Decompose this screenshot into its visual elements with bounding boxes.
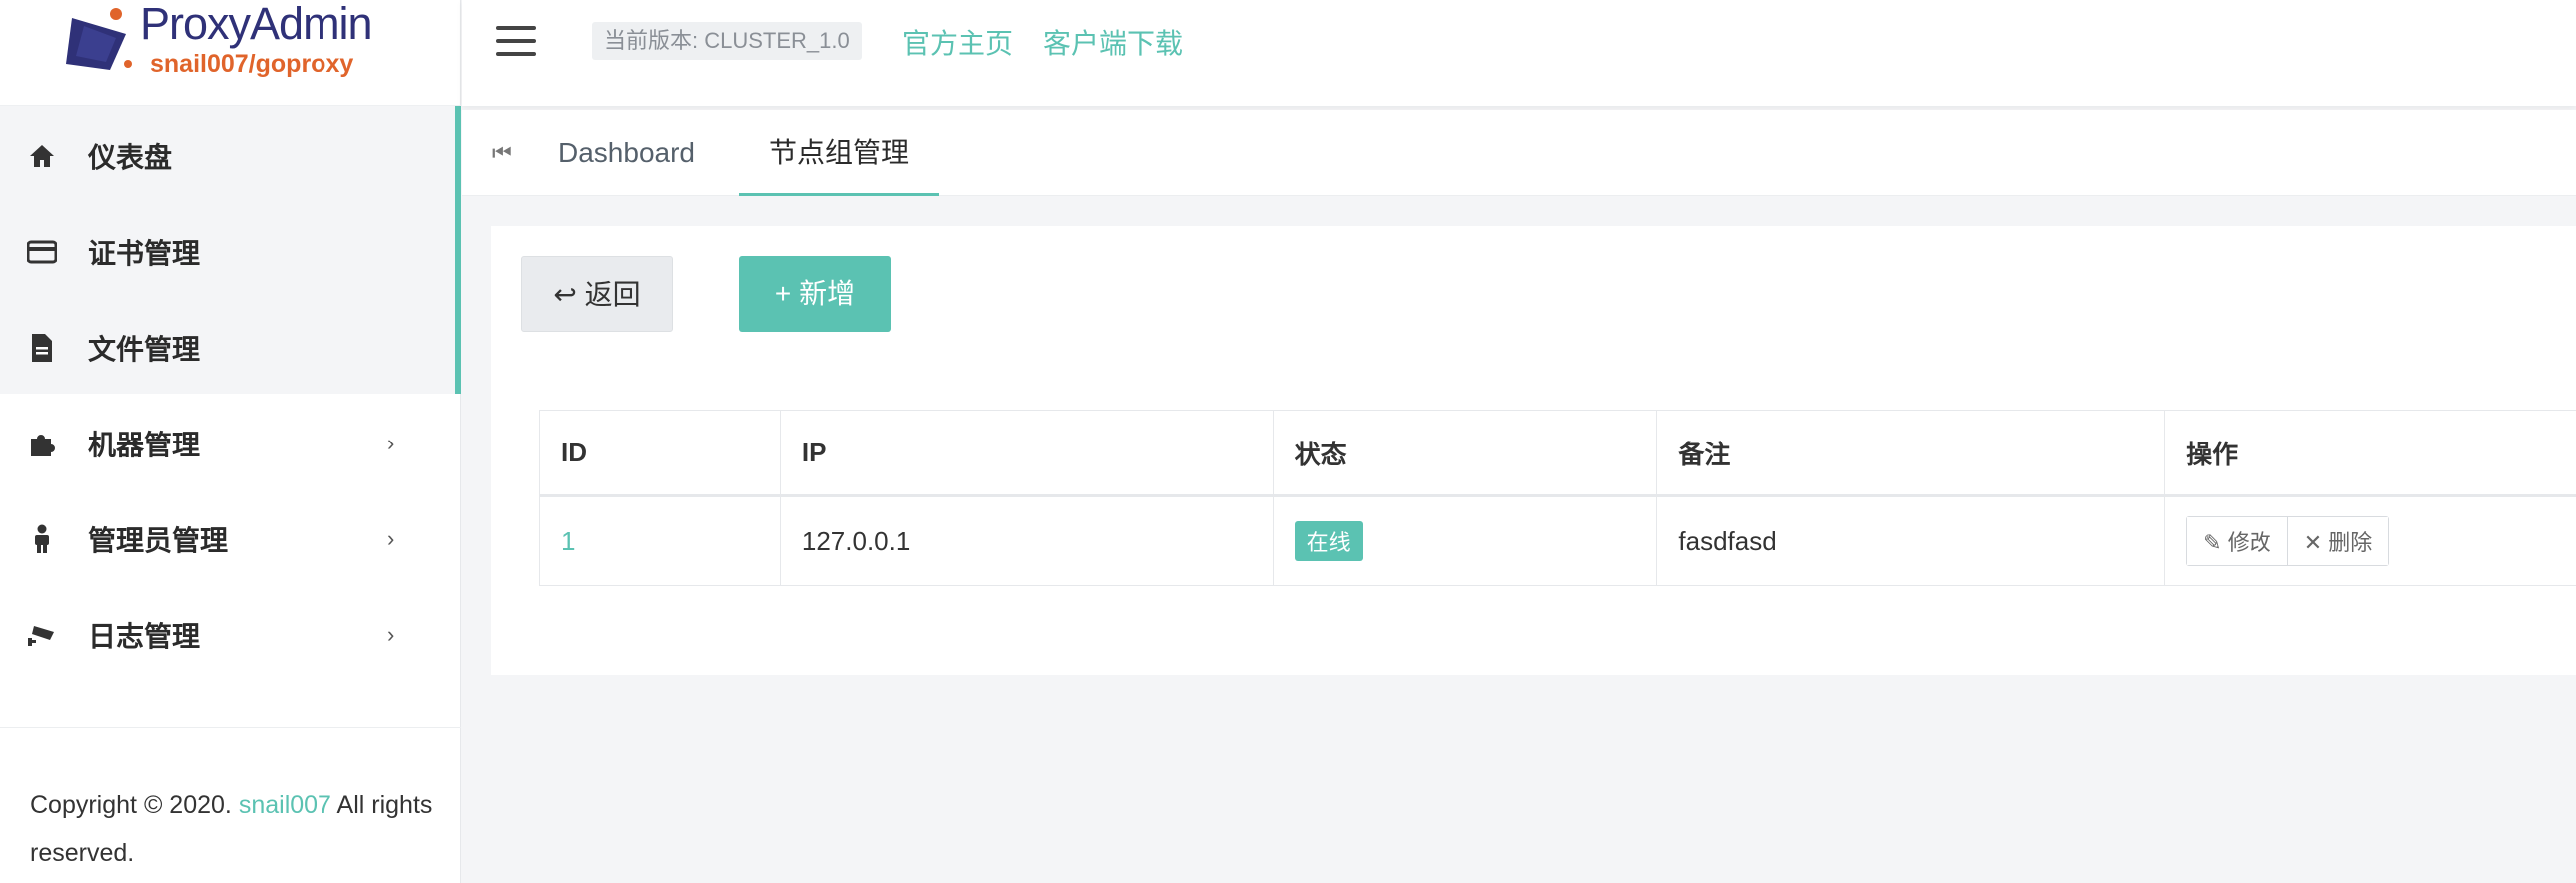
chevron-right-icon: › (387, 431, 395, 455)
row-note: fasdfasd (1656, 495, 2166, 586)
edit-label: 修改 (2227, 530, 2271, 555)
logo[interactable]: ProxyAdmin snail007/goproxy (0, 0, 461, 106)
sidebar-item-label: 机器管理 (88, 430, 201, 460)
column-header-actions: 操作 (2164, 410, 2576, 497)
logo-title: ProxyAdmin (140, 0, 373, 49)
back-button[interactable]: ↩ 返回 (521, 256, 673, 332)
home-icon (26, 140, 58, 172)
row-id-link[interactable]: 1 (561, 526, 575, 556)
copyright-prefix: Copyright © 2020. (30, 791, 232, 819)
edit-button[interactable]: ✎ 修改 (2187, 517, 2287, 565)
sidebar-divider (0, 727, 461, 728)
sidebar-item-label: 管理员管理 (88, 525, 229, 556)
sidebar-item-label: 文件管理 (88, 334, 201, 365)
add-button[interactable]: + 新增 (739, 256, 891, 332)
sidebar-item-dashboard[interactable]: 仪表盘 (0, 108, 461, 204)
chevron-right-icon: › (387, 622, 395, 647)
sidebar-item-label: 日志管理 (88, 621, 201, 652)
tab-bar: ⏮ Dashboard 节点组管理 (462, 110, 2576, 196)
delete-button[interactable]: ✕ 删除 (2286, 517, 2389, 565)
close-icon: ✕ (2303, 530, 2323, 555)
logo-icon (66, 8, 132, 70)
menu-toggle-icon[interactable] (496, 26, 536, 60)
status-badge: 在线 (1294, 521, 1363, 561)
table-row: 1 127.0.0.1 在线 fasdfasd ✎ 修改 ✕ 删除 (539, 495, 2576, 586)
client-download-link[interactable]: 客户端下载 (1043, 22, 1183, 66)
sidebar-item-label: 仪表盘 (88, 142, 173, 173)
sidebar-item-certificates[interactable]: 证书管理 (0, 204, 461, 300)
sidebar-item-machines[interactable]: 机器管理 › (0, 396, 461, 491)
copyright-link[interactable]: snail007 (239, 791, 331, 819)
version-badge: 当前版本: CLUSTER_1.0 (592, 22, 862, 60)
person-icon (26, 523, 58, 555)
column-header-status[interactable]: 状态 (1272, 410, 1658, 497)
sidebar-item-admins[interactable]: 管理员管理 › (0, 491, 461, 587)
copyright: Copyright © 2020. snail007 All rights re… (30, 781, 449, 877)
sidebar: ProxyAdmin snail007/goproxy 仪表盘 证书管理 文件管… (0, 0, 461, 883)
table-header-row: ID IP 状态 备注 操作 (539, 410, 2576, 497)
pencil-icon: ✎ (2203, 530, 2222, 555)
sidebar-item-files[interactable]: 文件管理 (0, 300, 461, 396)
header: 当前版本: CLUSTER_1.0 官方主页 客户端下载 (462, 0, 2576, 106)
row-actions: ✎ 修改 ✕ 删除 (2186, 516, 2390, 566)
return-icon: ↩ (553, 279, 577, 310)
add-button-label: 新增 (799, 278, 856, 309)
node-group-table: ID IP 状态 备注 操作 1 127.0.0.1 在线 fasdfasd ✎… (539, 410, 2576, 586)
tab-dashboard[interactable]: Dashboard (528, 110, 725, 196)
camera-icon (26, 619, 58, 651)
column-header-id[interactable]: ID (539, 410, 781, 497)
tab-node-group[interactable]: 节点组管理 (739, 110, 940, 196)
sidebar-item-logs[interactable]: 日志管理 › (0, 587, 461, 683)
plus-icon: + (774, 278, 792, 309)
column-header-note[interactable]: 备注 (1656, 410, 2166, 497)
back-button-label: 返回 (584, 279, 641, 310)
credit-card-icon (26, 236, 58, 268)
sidebar-item-label: 证书管理 (88, 238, 201, 269)
row-ip: 127.0.0.1 (779, 495, 1274, 586)
file-icon (26, 332, 58, 364)
official-site-link[interactable]: 官方主页 (902, 22, 1013, 66)
delete-label: 删除 (2328, 530, 2373, 555)
chevron-right-icon: › (387, 526, 395, 551)
content-panel: ↩ 返回 + 新增 ID IP 状态 备注 操作 1 127.0.0.1 在线 … (491, 226, 2576, 675)
tab-prev-icon[interactable]: ⏮ (492, 140, 512, 166)
logo-subtitle: snail007/goproxy (150, 50, 354, 78)
puzzle-icon (26, 428, 58, 459)
column-header-ip[interactable]: IP (779, 410, 1274, 497)
